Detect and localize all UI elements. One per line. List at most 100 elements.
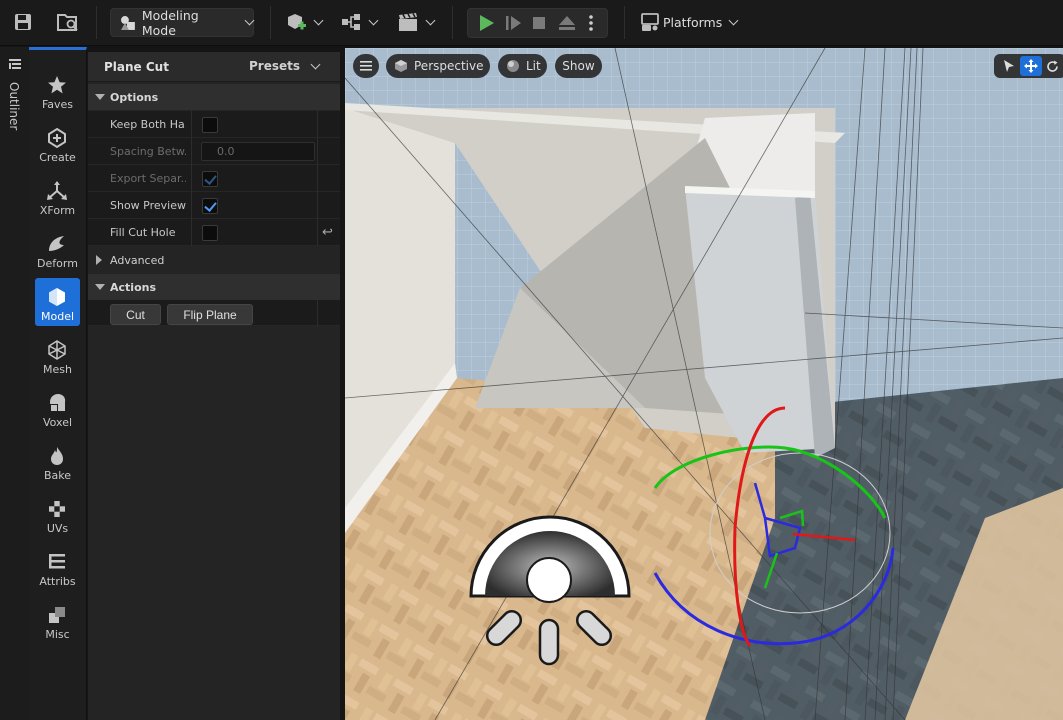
transform-tools bbox=[994, 54, 1063, 78]
lit-sphere-icon bbox=[507, 60, 519, 72]
rotate-icon bbox=[1046, 60, 1058, 72]
more-options-icon[interactable] bbox=[588, 14, 594, 32]
eject-icon[interactable] bbox=[558, 14, 576, 32]
level-viewport[interactable]: Perspective Lit Show bbox=[345, 48, 1063, 720]
palette-create[interactable]: Create bbox=[35, 119, 80, 167]
outliner-icon bbox=[9, 59, 21, 69]
modeling-palette: Faves Create XForm Deform Model Mesh Vox… bbox=[29, 47, 87, 720]
chevron-down-icon bbox=[425, 15, 436, 25]
translate-button[interactable] bbox=[1020, 56, 1042, 76]
attribs-icon bbox=[49, 554, 65, 569]
deform-icon bbox=[49, 236, 64, 251]
model-icon bbox=[49, 288, 65, 306]
add-actor-icon bbox=[288, 14, 306, 30]
palette-misc[interactable]: Misc bbox=[35, 596, 80, 644]
star-icon bbox=[48, 76, 66, 94]
outliner-label: Outliner bbox=[7, 82, 21, 131]
options-header: Options bbox=[110, 90, 159, 104]
quick-add-button[interactable] bbox=[285, 7, 324, 37]
platforms-button[interactable]: Platforms bbox=[640, 7, 739, 37]
flip-plane-button[interactable]: Flip Plane bbox=[167, 304, 253, 325]
hamburger-icon bbox=[360, 61, 372, 71]
blueprints-button[interactable] bbox=[340, 7, 379, 37]
panel-title: Plane Cut bbox=[104, 59, 169, 74]
keep-both-halves-row: Keep Both Ha... bbox=[88, 111, 340, 138]
palette-mesh[interactable]: Mesh bbox=[35, 331, 80, 379]
palette-faves[interactable]: Faves bbox=[35, 66, 80, 114]
rotate-button[interactable] bbox=[1042, 56, 1062, 76]
palette-bake[interactable]: Bake bbox=[35, 437, 80, 485]
advanced-category[interactable]: Advanced bbox=[88, 247, 340, 273]
palette-voxel[interactable]: Voxel bbox=[35, 384, 80, 432]
spacing-between-input[interactable]: 0.0 bbox=[201, 142, 315, 161]
palette-label: Voxel bbox=[42, 416, 73, 429]
actions-category[interactable]: Actions bbox=[88, 274, 340, 300]
cut-button[interactable]: Cut bbox=[110, 304, 161, 325]
palette-deform[interactable]: Deform bbox=[35, 225, 80, 273]
palette-label: Misc bbox=[45, 628, 70, 641]
palette-label: Bake bbox=[43, 469, 72, 482]
viewport-menu-button[interactable] bbox=[353, 54, 379, 78]
palette-label: XForm bbox=[39, 204, 76, 217]
viewport-scene[interactable] bbox=[345, 48, 1063, 720]
palette-label: Model bbox=[40, 310, 75, 323]
show-preview-checkbox[interactable] bbox=[202, 198, 218, 214]
directional-light-icon bbox=[469, 515, 631, 666]
property-label: Export Separ... bbox=[110, 172, 186, 185]
property-label: Show Preview bbox=[110, 199, 186, 212]
options-category[interactable]: Options bbox=[88, 84, 340, 110]
advanced-header: Advanced bbox=[110, 253, 165, 267]
bake-icon bbox=[51, 447, 63, 465]
view-mode-button[interactable]: Lit bbox=[498, 54, 547, 78]
select-arrow-icon bbox=[1004, 60, 1014, 72]
translate-icon bbox=[1024, 59, 1038, 73]
clapperboard-icon bbox=[399, 13, 417, 31]
select-button[interactable] bbox=[998, 56, 1020, 76]
actions-row: Cut Flip Plane bbox=[88, 300, 340, 327]
export-separate-checkbox[interactable] bbox=[202, 171, 218, 187]
voxel-icon bbox=[50, 394, 66, 412]
play-icon[interactable] bbox=[477, 14, 495, 32]
show-preview-row: Show Preview bbox=[88, 192, 340, 219]
content-browser-icon bbox=[57, 14, 78, 31]
outliner-tab[interactable]: Outliner bbox=[0, 47, 29, 720]
show-label: Show bbox=[562, 59, 595, 73]
chevron-down-icon bbox=[728, 15, 739, 25]
step-forward-icon[interactable] bbox=[504, 14, 522, 32]
presets-label: Presets bbox=[249, 59, 301, 73]
lit-label: Lit bbox=[526, 59, 541, 73]
perspective-cube-icon bbox=[395, 60, 407, 72]
property-label: Keep Both Ha... bbox=[110, 118, 186, 131]
save-icon bbox=[15, 14, 31, 30]
uvs-icon bbox=[49, 501, 65, 517]
show-button[interactable]: Show bbox=[555, 54, 602, 78]
mode-label: Modeling Mode bbox=[141, 7, 199, 38]
expand-arrow-icon bbox=[96, 255, 102, 265]
plane-cut-panel: Plane Cut Presets Options Keep Both Ha..… bbox=[88, 52, 340, 720]
main-toolbar: Modeling Mode Platforms bbox=[0, 0, 1063, 46]
perspective-label: Perspective bbox=[414, 59, 484, 73]
presets-dropdown[interactable]: Presets bbox=[249, 59, 321, 73]
mesh-icon bbox=[48, 340, 66, 360]
property-label: Spacing Betw... bbox=[110, 145, 186, 158]
reset-to-default-icon[interactable]: ↩ bbox=[322, 225, 333, 240]
content-browser-button[interactable] bbox=[56, 7, 80, 37]
palette-model[interactable]: Model bbox=[35, 278, 80, 326]
perspective-button[interactable]: Perspective bbox=[386, 54, 490, 78]
chevron-down-icon bbox=[310, 59, 321, 69]
palette-label: UVs bbox=[46, 522, 69, 535]
misc-icon bbox=[49, 607, 65, 623]
mode-selector[interactable]: Modeling Mode bbox=[110, 7, 255, 38]
palette-attribs[interactable]: Attribs bbox=[35, 543, 80, 591]
spacing-between-row: Spacing Betw... 0.0 bbox=[88, 138, 340, 165]
keep-both-halves-checkbox[interactable] bbox=[202, 117, 218, 133]
chevron-down-icon bbox=[244, 15, 255, 26]
fill-cut-hole-checkbox[interactable] bbox=[202, 225, 218, 241]
actions-header: Actions bbox=[110, 280, 156, 294]
cinematics-button[interactable] bbox=[397, 7, 436, 37]
save-button[interactable] bbox=[12, 7, 34, 37]
export-separate-row: Export Separ... bbox=[88, 165, 340, 192]
palette-xform[interactable]: XForm bbox=[35, 172, 80, 220]
stop-icon[interactable] bbox=[531, 15, 547, 31]
palette-uvs[interactable]: UVs bbox=[35, 490, 80, 538]
